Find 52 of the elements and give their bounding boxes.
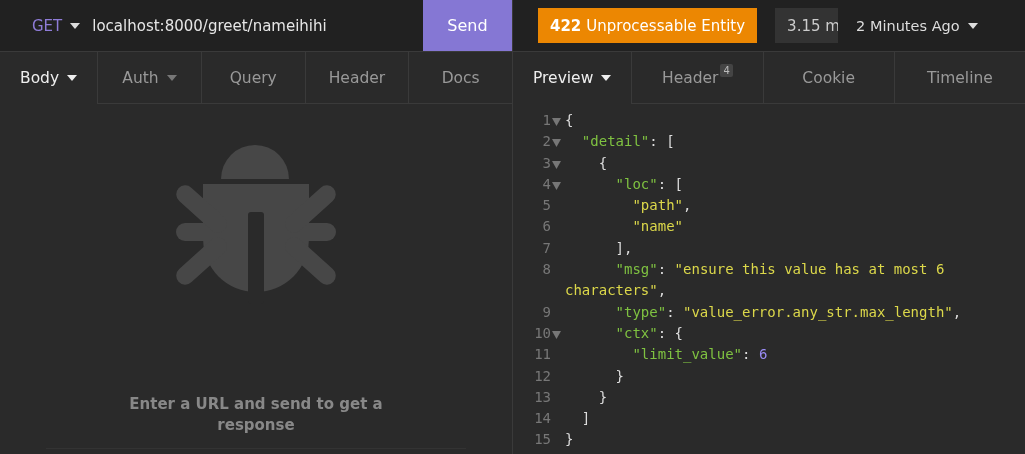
code-line: } [614,366,625,386]
tab[interactable]: Timeline [893,52,1025,104]
code-line: ] [580,409,592,429]
line-number: 11 [534,345,551,365]
code-line: "ctx": { [614,323,685,343]
tab[interactable]: Header 4 [631,52,763,104]
line-number: 5 [542,196,551,216]
line-number: 14 [534,409,551,429]
line-number: 12 [534,366,551,386]
url-field[interactable]: localhost:8000/greet/nameihihi [80,0,423,51]
method-dropdown[interactable]: GET [0,0,81,51]
fold-icon[interactable] [552,181,561,190]
line-number: 3 [542,153,551,173]
code-line: "name" [631,217,684,237]
code-line: "path", [631,196,693,216]
empty-state-message: Enter a URL and send to get a response [128,394,384,436]
line-number: 15 [534,430,551,450]
fold-icon[interactable] [552,118,561,126]
code-line: "limit_value": 6 [631,345,769,365]
line-number: 2 [542,132,551,152]
line-number: 9 [542,302,551,322]
line-number: 7 [542,238,551,258]
line-number: 1 [542,111,551,130]
code-line: "loc": [ [614,174,685,194]
line-number: 13 [534,387,551,407]
fold-icon[interactable] [552,139,561,148]
tab[interactable]: Docs [408,52,512,104]
code-line: "msg": "ensure this value has at most 6 characters", [565,260,946,301]
caret-icon [70,22,81,29]
count-badge: 4 [720,64,733,77]
fold-icon[interactable] [552,330,561,339]
code-line: } [565,430,575,450]
response-time: 3.15 m [775,8,839,43]
fold-icon[interactable] [552,160,561,169]
code-line: { [565,111,575,130]
line-number: 4 [542,174,551,194]
tab[interactable]: Cookie [762,52,894,104]
history-dropdown[interactable]: 2 Minutes Ago [850,16,984,35]
send-button[interactable]: Send [423,0,512,51]
code-line: "detail": [ [580,132,676,152]
tab[interactable]: Query [200,52,305,104]
code-line: { [597,153,609,173]
line-number: 8 [542,260,551,280]
caret-icon [967,22,978,29]
code-line: } [597,387,609,407]
tab[interactable]: Header [304,52,409,104]
line-number: 10 [534,323,551,343]
status-badge: 422 Unprocessable Entity [538,8,758,43]
code-line: "type": "value_error.any_str.max_length", [614,302,963,323]
code-line: ], [614,238,634,258]
tab[interactable]: Auth [97,52,201,104]
line-number: 6 [542,217,551,237]
